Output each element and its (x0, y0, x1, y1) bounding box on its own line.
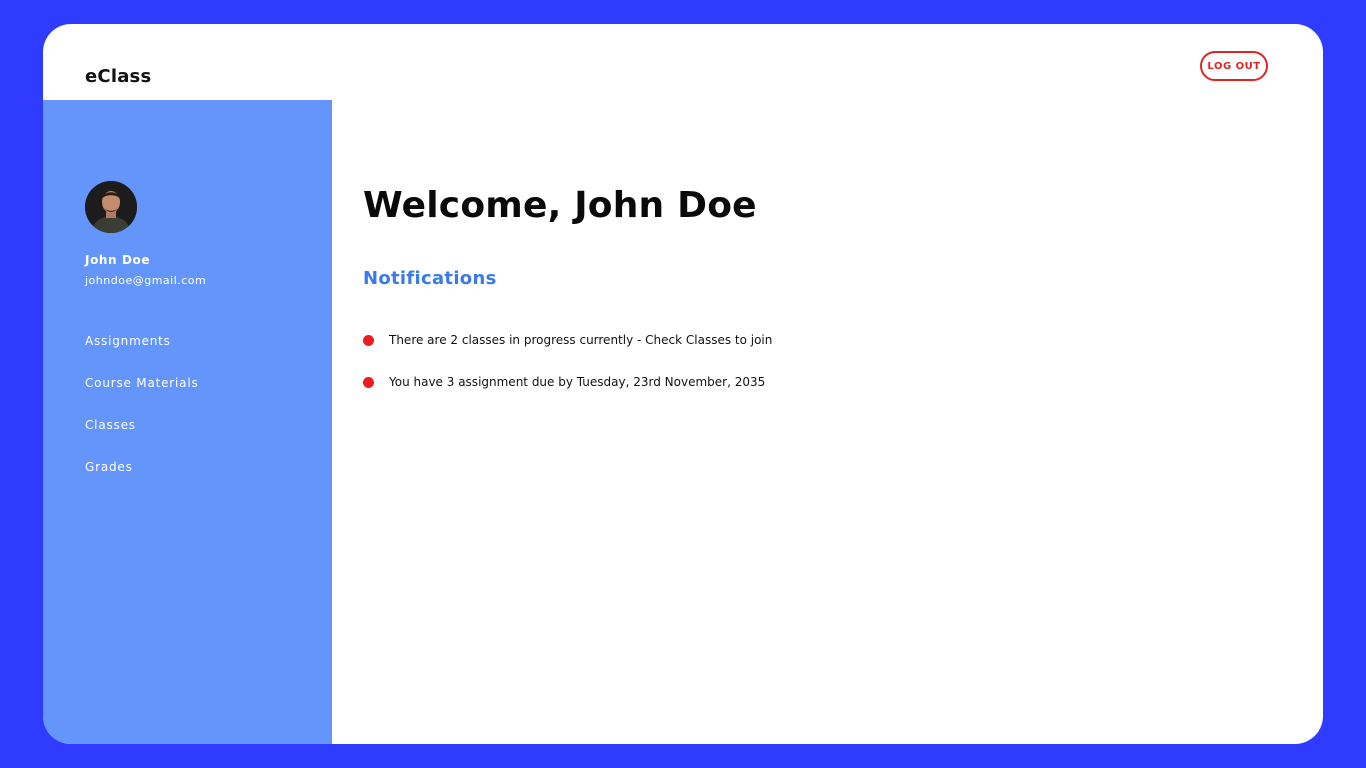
notification-text: You have 3 assignment due by Tuesday, 23… (389, 375, 766, 389)
avatar-photo (85, 181, 137, 233)
sidebar-nav: Assignments Course Materials Classes Gra… (85, 334, 199, 502)
notification-text: There are 2 classes in progress currentl… (389, 333, 773, 347)
notifications-heading: Notifications (363, 268, 497, 289)
user-email: johndoe@gmail.com (85, 274, 207, 287)
notification-item: You have 3 assignment due by Tuesday, 23… (363, 361, 772, 403)
user-name: John Doe (85, 253, 151, 267)
sidebar-item-course-materials[interactable]: Course Materials (85, 376, 199, 418)
sidebar-item-grades[interactable]: Grades (85, 460, 199, 502)
main-content: Welcome, John Doe Notifications There ar… (332, 100, 1323, 744)
notification-item: There are 2 classes in progress currentl… (363, 319, 772, 361)
avatar (85, 181, 137, 233)
notifications-list: There are 2 classes in progress currentl… (363, 333, 772, 424)
logout-button[interactable]: LOG OUT (1200, 51, 1268, 81)
sidebar: John Doe johndoe@gmail.com Assignments C… (43, 100, 332, 744)
page-title: Welcome, John Doe (363, 185, 757, 226)
brand-logo: eClass (85, 66, 152, 87)
sidebar-item-classes[interactable]: Classes (85, 418, 199, 460)
alert-dot-icon (363, 334, 374, 346)
sidebar-item-assignments[interactable]: Assignments (85, 334, 199, 376)
app-window: eClass LOG OUT John Doe johndoe@gmail.co… (43, 24, 1323, 744)
alert-dot-icon (363, 376, 374, 388)
